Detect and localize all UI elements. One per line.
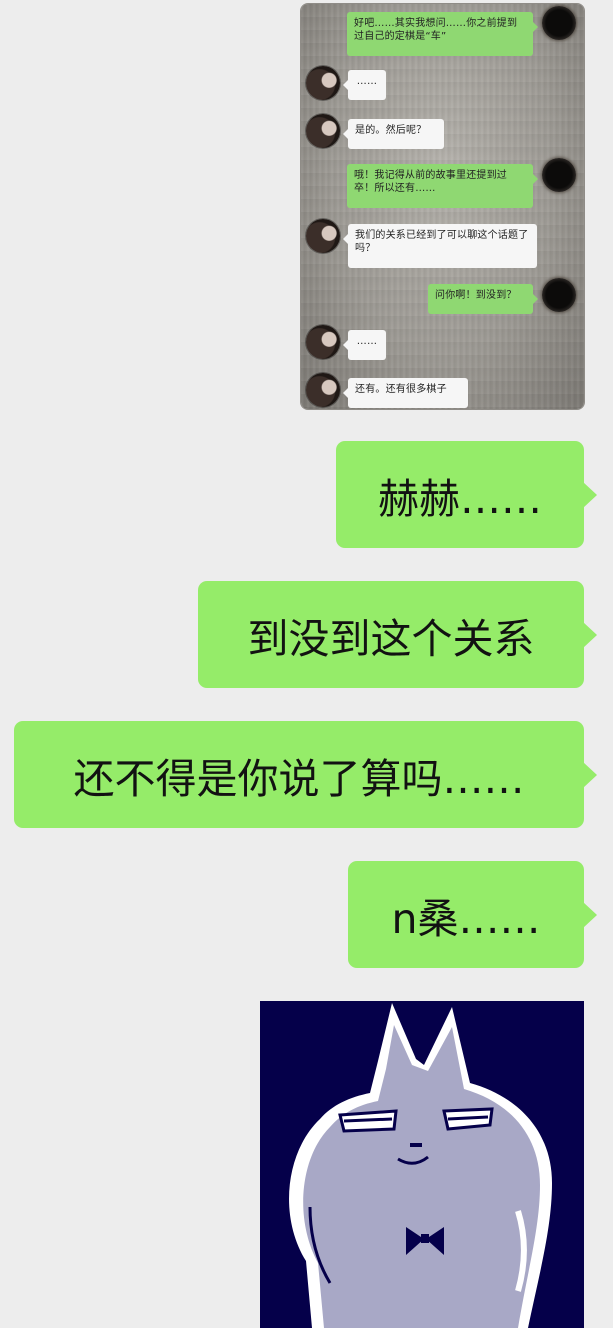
avatar-self bbox=[542, 6, 576, 40]
embedded-message-received: 是的。然后呢？ bbox=[343, 119, 444, 149]
embedded-message-sent: 问你啊！到没到？ bbox=[428, 284, 538, 314]
embedded-message-sent: 哦！我记得从前的故事里还提到过卒！所以还有…… bbox=[347, 164, 538, 208]
avatar-self bbox=[542, 278, 576, 312]
embedded-chat-screenshot[interactable]: 好吧……其实我想问……你之前提到过自己的定棋是“车” …… 是的。然后呢？ 哦！… bbox=[301, 4, 584, 409]
avatar-contact bbox=[306, 114, 340, 148]
chat-message-sent[interactable]: 赫赫…… bbox=[336, 441, 597, 548]
avatar-contact bbox=[306, 325, 340, 359]
embedded-message-sent: 好吧……其实我想问……你之前提到过自己的定棋是“车” bbox=[347, 12, 538, 56]
avatar-self bbox=[542, 158, 576, 192]
avatar-contact bbox=[306, 66, 340, 100]
avatar-contact bbox=[306, 219, 340, 253]
chat-message-sent[interactable]: n桑…… bbox=[348, 861, 597, 968]
smug-cat-sticker[interactable] bbox=[260, 1001, 584, 1328]
embedded-message-received: …… bbox=[343, 70, 386, 100]
cat-sticker-drawing bbox=[289, 1003, 552, 1328]
chat-message-sent[interactable]: 到没到这个关系 bbox=[198, 581, 597, 688]
embedded-message-received: …… bbox=[343, 330, 386, 360]
avatar-contact bbox=[306, 373, 340, 407]
embedded-message-received: 还有。还有很多棋子 bbox=[343, 378, 468, 408]
chat-message-sent[interactable]: 还不得是你说了算吗…… bbox=[14, 721, 597, 828]
embedded-message-received: 我们的关系已经到了可以聊这个话题了吗？ bbox=[343, 224, 537, 268]
